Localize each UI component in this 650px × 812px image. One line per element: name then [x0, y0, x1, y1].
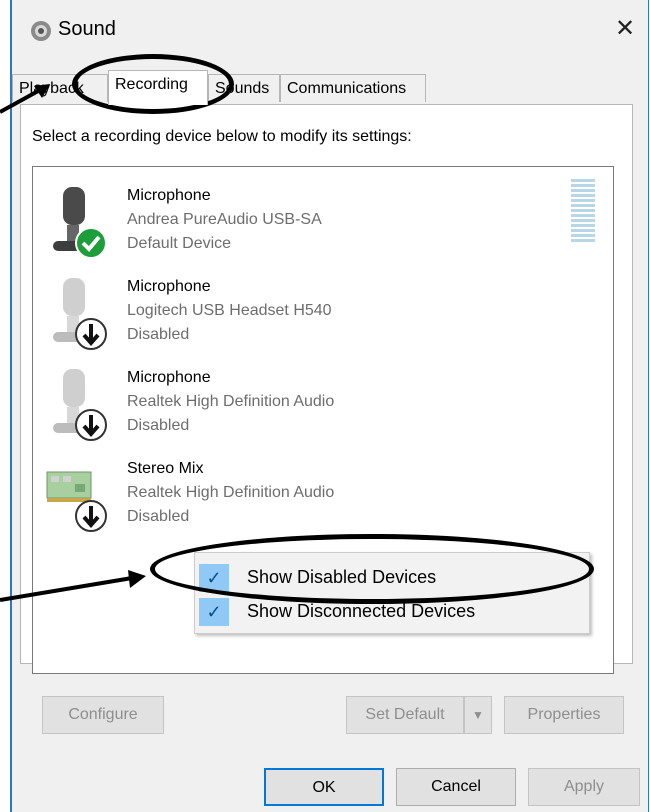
- window-title: Sound: [58, 18, 116, 40]
- device-status: Disabled: [127, 417, 190, 434]
- menu-item-label: Show Disabled Devices: [247, 567, 437, 587]
- menu-item-show-disconnected-devices[interactable]: ✓ Show Disconnected Devices: [195, 595, 589, 629]
- check-icon: ✓: [199, 598, 229, 626]
- set-default-dropdown-button[interactable]: ▼: [464, 696, 492, 734]
- device-description: Realtek High Definition Audio: [127, 484, 335, 501]
- device-item[interactable]: Microphone Logitech USB Headset H540 Dis…: [41, 272, 561, 358]
- device-name: Microphone: [127, 369, 211, 386]
- tab-communications[interactable]: Communications: [280, 74, 426, 102]
- check-icon: ✓: [199, 564, 229, 592]
- close-button[interactable]: ✕: [608, 12, 642, 46]
- speaker-icon: [31, 21, 51, 41]
- device-name: Stereo Mix: [127, 460, 204, 477]
- device-item[interactable]: Stereo Mix Realtek High Definition Audio…: [41, 454, 561, 540]
- device-name: Microphone: [127, 278, 211, 295]
- menu-item-show-disabled-devices[interactable]: ✓ Show Disabled Devices: [195, 561, 589, 595]
- apply-button[interactable]: Apply: [528, 768, 640, 806]
- tab-sounds[interactable]: Sounds: [208, 74, 280, 102]
- configure-button[interactable]: Configure: [42, 696, 164, 734]
- chevron-down-icon: ▼: [472, 708, 484, 722]
- stereo-mix-disabled-icon: [46, 471, 107, 532]
- device-item[interactable]: Microphone Andrea PureAudio USB-SA Defau…: [41, 181, 561, 267]
- tab-recording[interactable]: Recording: [108, 70, 208, 105]
- tab-playback[interactable]: Playback: [12, 74, 108, 102]
- device-description: Andrea PureAudio USB-SA: [127, 211, 322, 228]
- ok-button[interactable]: OK: [264, 768, 384, 806]
- context-menu: ✓ Show Disabled Devices ✓ Show Disconnec…: [194, 552, 590, 634]
- instruction-text: Select a recording device below to modif…: [32, 128, 412, 145]
- microphone-disabled-icon: [53, 278, 107, 350]
- microphone-disabled-icon: [53, 369, 107, 441]
- title-bar: Sound ✕: [12, 0, 648, 62]
- device-status: Disabled: [127, 508, 190, 525]
- microphone-default-icon: [53, 187, 107, 259]
- device-status: Disabled: [127, 326, 190, 343]
- cancel-button[interactable]: Cancel: [396, 768, 516, 806]
- tab-bar: Playback Recording Sounds Communications: [12, 70, 648, 105]
- set-default-button[interactable]: Set Default: [346, 696, 464, 734]
- level-meter: [571, 179, 595, 249]
- properties-button[interactable]: Properties: [504, 696, 624, 734]
- device-status: Default Device: [127, 235, 232, 252]
- device-item[interactable]: Microphone Realtek High Definition Audio…: [41, 363, 561, 449]
- device-name: Microphone: [127, 187, 211, 204]
- device-description: Logitech USB Headset H540: [127, 302, 332, 319]
- menu-item-label: Show Disconnected Devices: [247, 601, 476, 621]
- device-description: Realtek High Definition Audio: [127, 393, 335, 410]
